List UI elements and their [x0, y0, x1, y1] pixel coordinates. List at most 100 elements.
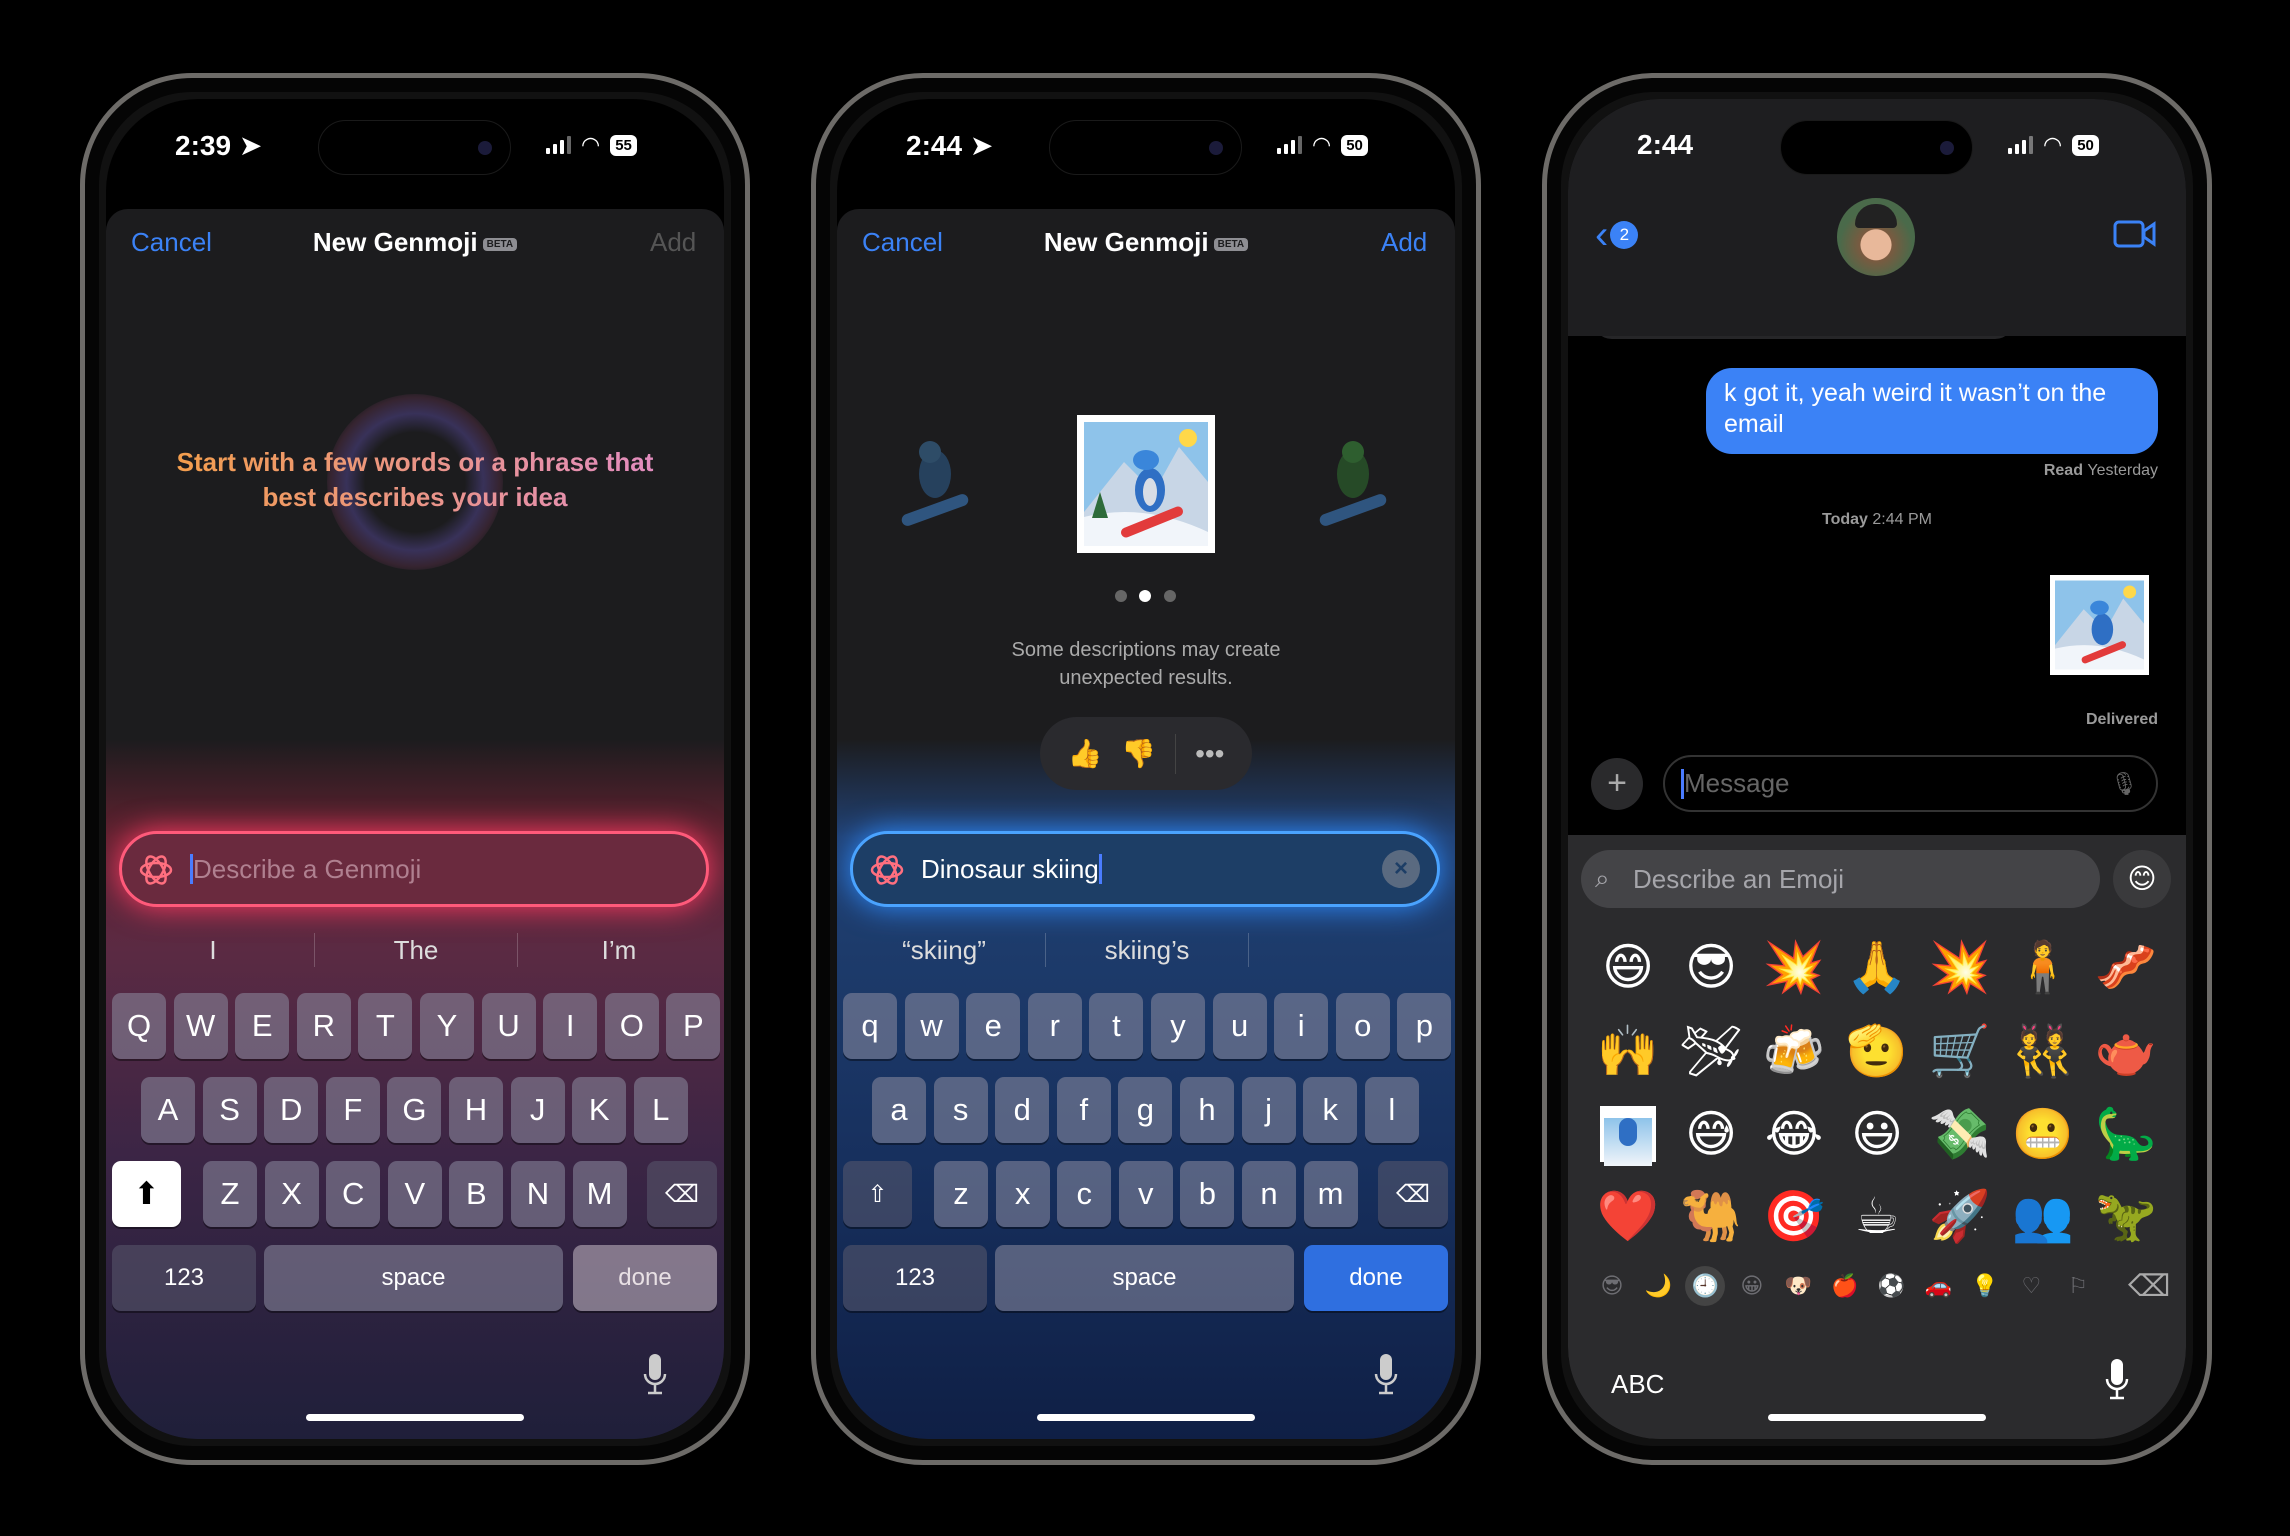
- emoji-category-tab[interactable]: ⚐: [2061, 1271, 2095, 1301]
- key-v[interactable]: v: [1118, 1161, 1173, 1227]
- genmoji-option-left[interactable]: [885, 434, 985, 534]
- sent-genmoji[interactable]: [2050, 575, 2149, 675]
- key-m[interactable]: m: [1303, 1161, 1358, 1227]
- emoji-category-tab[interactable]: 🚗: [1921, 1271, 1955, 1301]
- emoji-item[interactable]: 👥: [2005, 1178, 2081, 1254]
- emoji-category-tab[interactable]: 😀: [1735, 1271, 1769, 1301]
- suggestion-item[interactable]: “skiing”: [843, 933, 1046, 967]
- emoji-item[interactable]: 🦕: [2088, 1096, 2164, 1172]
- key-s[interactable]: s: [933, 1077, 988, 1143]
- key-v[interactable]: V: [387, 1161, 442, 1227]
- backspace-key[interactable]: ⌫: [1378, 1161, 1448, 1227]
- emoji-category-tab[interactable]: 😎: [1595, 1271, 1629, 1301]
- key-b[interactable]: b: [1180, 1161, 1235, 1227]
- emoji-category-tab[interactable]: ⚽: [1875, 1271, 1909, 1301]
- key-g[interactable]: G: [387, 1077, 442, 1143]
- describe-emoji-search[interactable]: ⌕ Describe an Emoji: [1581, 850, 2100, 908]
- contact-avatar[interactable]: [1837, 198, 1915, 276]
- key-y[interactable]: Y: [420, 993, 474, 1059]
- emoji-item[interactable]: 🛩: [1673, 1013, 1749, 1089]
- emoji-item[interactable]: 😄: [1590, 929, 1666, 1005]
- emoji-item[interactable]: 🥓: [2088, 929, 2164, 1005]
- key-i[interactable]: I: [543, 993, 598, 1059]
- key-g[interactable]: g: [1118, 1077, 1173, 1143]
- key-c[interactable]: C: [326, 1161, 381, 1227]
- emoji-item[interactable]: 🙌: [1590, 1013, 1666, 1089]
- emoji-item[interactable]: ❤️: [1590, 1178, 1666, 1254]
- key-z[interactable]: Z: [203, 1161, 257, 1227]
- key-t[interactable]: t: [1089, 993, 1144, 1059]
- emoji-item[interactable]: 💥: [1922, 929, 1998, 1005]
- key-y[interactable]: y: [1151, 993, 1205, 1059]
- plus-button[interactable]: +: [1591, 758, 1643, 810]
- key-d[interactable]: D: [264, 1077, 319, 1143]
- emoji-item[interactable]: 🎯: [1756, 1178, 1832, 1254]
- back-button[interactable]: ‹ 2: [1595, 215, 1639, 255]
- emoji-item[interactable]: 🧍: [2005, 929, 2081, 1005]
- key-p[interactable]: p: [1397, 993, 1452, 1059]
- key-q[interactable]: Q: [112, 993, 166, 1059]
- key-z[interactable]: z: [934, 1161, 988, 1227]
- key-h[interactable]: h: [1180, 1077, 1234, 1143]
- space-key[interactable]: space: [264, 1245, 563, 1311]
- emoji-item[interactable]: 🛒: [1922, 1013, 1998, 1089]
- describe-genmoji-input[interactable]: Describe a Genmoji: [119, 831, 709, 907]
- page-dot[interactable]: [1139, 590, 1151, 602]
- emoji-item[interactable]: 😂: [1756, 1096, 1832, 1172]
- key-i[interactable]: i: [1274, 993, 1329, 1059]
- space-key[interactable]: space: [995, 1245, 1294, 1311]
- suggestion-item[interactable]: The: [315, 933, 518, 967]
- key-o[interactable]: O: [604, 993, 659, 1059]
- shift-key[interactable]: ⇧: [843, 1161, 912, 1227]
- key-d[interactable]: d: [995, 1077, 1050, 1143]
- key-b[interactable]: B: [449, 1161, 504, 1227]
- genmoji-preview-selected[interactable]: [1077, 415, 1215, 553]
- done-key[interactable]: done: [1304, 1245, 1448, 1311]
- key-c[interactable]: c: [1057, 1161, 1112, 1227]
- emoji-category-tab[interactable]: 🐶: [1781, 1271, 1815, 1301]
- microphone-icon[interactable]: [643, 1352, 667, 1396]
- emoji-category-tab[interactable]: 🍎: [1828, 1271, 1862, 1301]
- genmoji-sticker[interactable]: [1600, 1106, 1656, 1166]
- key-a[interactable]: a: [872, 1077, 926, 1143]
- dictation-icon[interactable]: 🎙: [2110, 771, 2138, 797]
- emoji-item[interactable]: 🫡: [1839, 1013, 1915, 1089]
- key-f[interactable]: F: [325, 1077, 380, 1143]
- video-call-icon[interactable]: [2113, 219, 2157, 249]
- key-x[interactable]: X: [264, 1161, 319, 1227]
- emoji-category-tab[interactable]: 💡: [1968, 1271, 2002, 1301]
- microphone-icon[interactable]: [1374, 1352, 1398, 1396]
- add-button[interactable]: Add: [650, 227, 696, 258]
- key-t[interactable]: T: [358, 993, 413, 1059]
- emoji-category-tab[interactable]: 🕘: [1685, 1266, 1726, 1306]
- key-n[interactable]: n: [1242, 1161, 1296, 1227]
- key-x[interactable]: x: [995, 1161, 1050, 1227]
- backspace-key[interactable]: ⌫: [647, 1161, 717, 1227]
- key-r[interactable]: r: [1027, 993, 1082, 1059]
- add-button[interactable]: Add: [1381, 227, 1427, 258]
- page-dot[interactable]: [1164, 590, 1176, 602]
- key-j[interactable]: j: [1241, 1077, 1296, 1143]
- key-m[interactable]: M: [572, 1161, 627, 1227]
- key-l[interactable]: L: [633, 1077, 688, 1143]
- emoji-item[interactable]: 😎: [1673, 929, 1749, 1005]
- page-dot[interactable]: [1115, 590, 1127, 602]
- key-o[interactable]: o: [1335, 993, 1390, 1059]
- key-r[interactable]: R: [296, 993, 351, 1059]
- sent-message-bubble[interactable]: k got it, yeah weird it wasn’t on the em…: [1706, 368, 2158, 454]
- done-key[interactable]: done: [573, 1245, 717, 1311]
- emoji-category-tab[interactable]: 🌙: [1642, 1271, 1676, 1301]
- thumbs-up-icon[interactable]: 👍: [1067, 737, 1102, 770]
- emoji-item[interactable]: 😃: [1839, 1096, 1915, 1172]
- create-genmoji-button[interactable]: 😊: [2113, 850, 2171, 908]
- abc-button[interactable]: ABC: [1611, 1369, 1664, 1400]
- clear-input-button[interactable]: ×: [1382, 850, 1420, 888]
- suggestion-item[interactable]: skiing’s: [1046, 933, 1249, 967]
- key-k[interactable]: k: [1303, 1077, 1358, 1143]
- emoji-item[interactable]: 🦖: [2088, 1178, 2164, 1254]
- thumbs-down-icon[interactable]: 👎: [1121, 737, 1156, 770]
- emoji-item[interactable]: 🐫: [1673, 1178, 1749, 1254]
- key-f[interactable]: f: [1056, 1077, 1111, 1143]
- key-e[interactable]: e: [966, 993, 1021, 1059]
- emoji-item[interactable]: 🫖: [2088, 1013, 2164, 1089]
